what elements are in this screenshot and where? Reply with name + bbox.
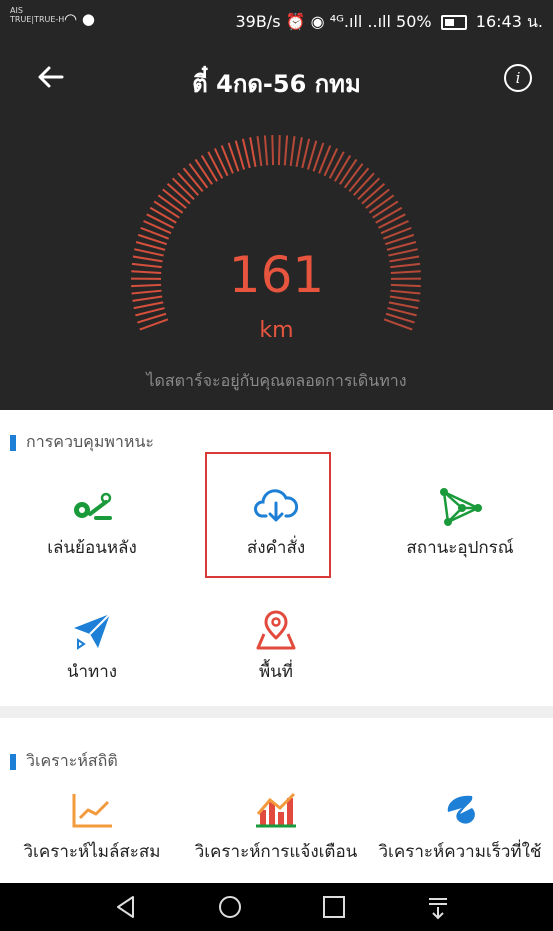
gauge-tick <box>146 213 174 229</box>
gauge-tick <box>323 148 339 177</box>
tile-area[interactable]: พื้นที่ <box>184 610 368 685</box>
selected-highlight <box>205 452 331 578</box>
section-divider <box>0 706 553 718</box>
alarm-icon: ⏰ <box>285 12 306 31</box>
section-title-stats: วิเคราะห์สถิติ <box>10 749 118 774</box>
gauge-tick <box>289 136 296 167</box>
signal-strength: ⁴ᴳ.ıll ..ıll <box>329 12 391 31</box>
gauge-tick <box>295 137 303 168</box>
gauge-tick <box>283 135 289 166</box>
system-nav-bar <box>0 883 553 931</box>
location-pin-icon <box>256 610 296 650</box>
gauge-tick <box>177 172 199 196</box>
battery-icon <box>440 15 467 30</box>
tile-alert-analysis[interactable]: วิเคราะห์การแจ้งเตือน <box>184 792 368 865</box>
tile-label: สถานะอุปกรณ์ <box>406 538 514 558</box>
tile-navigation[interactable]: นำทาง <box>0 610 184 685</box>
gauge-tick <box>241 138 251 169</box>
carrier-name: AIS <box>10 6 23 15</box>
gauge-tick <box>339 158 358 185</box>
tile-label: วิเคราะห์ความเร็วที่ใช้ <box>378 842 542 862</box>
gauge-tick <box>387 307 417 317</box>
section-bar <box>10 434 16 451</box>
section-title-text: การควบคุมพาหนะ <box>26 432 154 451</box>
gauge-tick <box>378 213 406 229</box>
status-right: 39B/s ⏰ ◉ ⁴ᴳ.ıll ..ıll 50% 16:43 น. <box>235 10 543 35</box>
gauge-tick <box>200 154 218 182</box>
tile-mileage-analysis[interactable]: วิเคราะห์ไมล์สะสม <box>0 792 184 865</box>
speed-gauge <box>130 135 422 331</box>
tile-label: นำทาง <box>66 662 118 682</box>
gauge-tick <box>182 167 204 193</box>
carrier-label: AIS TRUE|TRUE-H <box>10 6 64 24</box>
section-bar <box>10 753 16 770</box>
carrier-network: TRUE|TRUE-H <box>10 15 65 24</box>
speed-swirl-icon <box>447 795 475 824</box>
tagline: ไดสตาร์จะอยู่กับคุณตลอดการเดินทาง <box>146 371 407 390</box>
page-title: ตี๋ 4กด-56 กทม <box>192 70 361 98</box>
home-circle-icon[interactable] <box>217 894 243 920</box>
gauge-tick <box>153 200 180 219</box>
recents-square-icon[interactable] <box>321 894 347 920</box>
tile-label: เล่นย้อนหลัง <box>47 538 137 558</box>
gauge-tick <box>343 163 364 189</box>
gauge-tick <box>277 135 281 166</box>
gauge-tick <box>171 177 195 201</box>
tile-label: วิเคราะห์การแจ้งเตือน <box>194 842 358 862</box>
tile-speed-analysis[interactable]: วิเคราะห์ความเร็วที่ใช้ <box>368 792 552 865</box>
gauge-tick <box>375 206 403 224</box>
gauge-tick <box>207 151 224 179</box>
playback-route-icon <box>74 492 112 520</box>
gauge-tick <box>372 200 399 219</box>
network-status-icon <box>440 488 482 526</box>
back-triangle-icon[interactable] <box>113 894 139 920</box>
status-bar: AIS TRUE|TRUE-H ◠ ● 39B/s ⏰ ◉ ⁴ᴳ.ıll ..ı… <box>0 0 553 40</box>
tile-playback[interactable]: เล่นย้อนหลัง <box>0 490 184 561</box>
tile-device-status[interactable]: สถานะอุปกรณ์ <box>368 486 552 561</box>
gauge-tick <box>301 138 311 169</box>
tile-label: วิเคราะห์ไมล์สะสม <box>23 842 161 862</box>
line-app-icon: ● <box>81 10 95 28</box>
section-title-text: วิเคราะห์สถิติ <box>26 751 118 770</box>
gauge-tick <box>194 158 213 185</box>
gauge-tick <box>361 182 386 205</box>
line-chart-icon <box>72 794 112 828</box>
eye-icon: ◉ <box>310 12 325 31</box>
gauge-tick <box>271 135 275 166</box>
notification-pull-icon[interactable] <box>425 894 451 920</box>
gauge-tick <box>166 182 191 205</box>
network-speed: 39B/s <box>235 12 281 31</box>
gauge-tick <box>188 163 209 189</box>
info-icon[interactable]: i <box>504 64 532 92</box>
status-icons: ◠ ● <box>64 10 95 28</box>
gauge-tick <box>263 135 269 166</box>
gauge-tick <box>365 188 390 209</box>
gauge-tick <box>157 194 184 214</box>
gauge-tick <box>334 154 352 182</box>
gauge-tick <box>353 172 375 196</box>
header-panel: ตี๋ 4กด-56 กทม i 161 km ไดสตาร์จะอยู่กับ… <box>0 40 553 410</box>
gauge-tick <box>135 307 165 317</box>
gauge-tick <box>328 151 345 179</box>
gauge-tick <box>368 194 395 214</box>
clock-time: 16:43 น. <box>475 12 543 31</box>
gauge-tick <box>357 177 381 201</box>
tile-label: พื้นที่ <box>258 662 294 682</box>
section-title-control: การควบคุมพาหนะ <box>10 430 154 455</box>
gauge-tick <box>149 206 177 224</box>
gauge-tick <box>256 136 263 167</box>
wifi-icon: ◠ <box>64 10 78 28</box>
speed-unit: km <box>259 318 294 343</box>
bar-chart-icon <box>256 792 296 828</box>
battery-percent: 50% <box>396 12 432 31</box>
gauge-tick <box>162 188 187 209</box>
gauge-tick <box>213 148 229 177</box>
gauge-tick <box>249 137 257 168</box>
paper-plane-icon <box>74 613 111 650</box>
speed-value: 161 <box>228 246 325 304</box>
gauge-tick <box>348 167 370 193</box>
